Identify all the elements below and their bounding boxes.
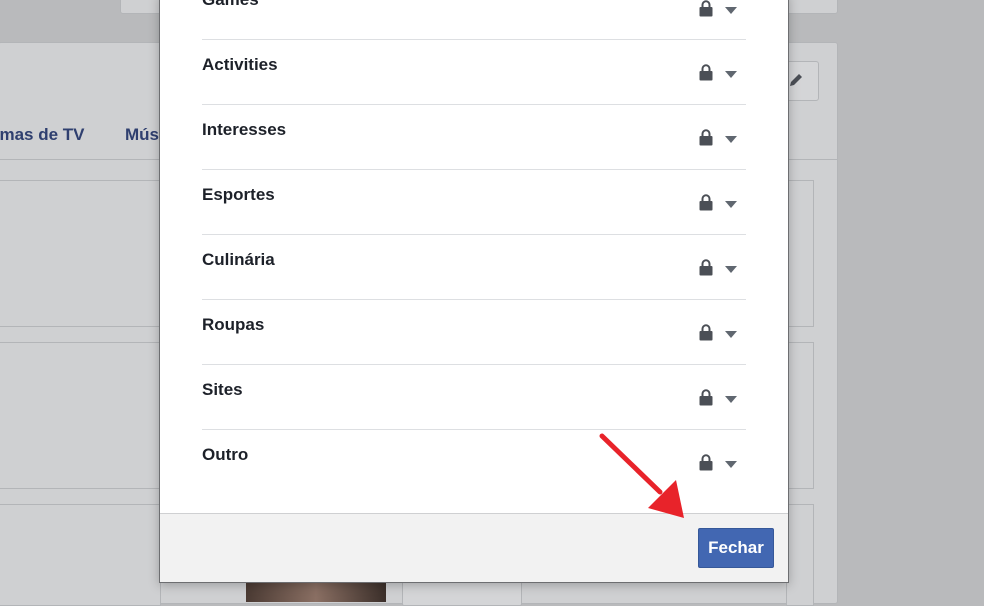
privacy-selector[interactable] [699, 194, 743, 216]
chevron-down-icon [725, 266, 737, 273]
background-panel [0, 504, 161, 606]
lock-icon [699, 389, 713, 406]
dialog-footer: Fechar [160, 513, 788, 582]
background-panel [786, 342, 814, 489]
category-row-sites: Sites [202, 365, 746, 430]
category-label: Games [202, 0, 259, 10]
chevron-down-icon [725, 136, 737, 143]
lock-icon [699, 194, 713, 211]
chevron-down-icon [725, 201, 737, 208]
background-tab-tv: amas de TV [0, 125, 85, 144]
lock-icon [699, 129, 713, 146]
category-row-roupas: Roupas [202, 300, 746, 365]
lock-icon [699, 64, 713, 81]
category-row-activities: Activities [202, 40, 746, 105]
privacy-selector[interactable] [699, 454, 743, 476]
lock-icon [699, 324, 713, 341]
chevron-down-icon [725, 7, 737, 14]
privacy-selector[interactable] [699, 324, 743, 346]
chevron-down-icon [725, 461, 737, 468]
background-panel [0, 342, 161, 489]
category-row-esportes: Esportes [202, 170, 746, 235]
category-row-games: Games [202, 0, 746, 40]
category-label: Sites [202, 380, 243, 399]
privacy-selector[interactable] [699, 129, 743, 151]
category-row-interesses: Interesses [202, 105, 746, 170]
pencil-icon [790, 74, 802, 86]
lock-icon [699, 259, 713, 276]
background-tab-music: Mús [125, 125, 159, 144]
lock-icon [699, 0, 713, 17]
category-label: Outro [202, 445, 249, 464]
privacy-selector[interactable] [699, 259, 743, 281]
category-label: Activities [202, 55, 278, 74]
category-label: Esportes [202, 185, 275, 204]
chevron-down-icon [725, 396, 737, 403]
category-row-culinaria: Culinária [202, 235, 746, 300]
likes-privacy-dialog: Games Activities Interesses Esportes [159, 0, 789, 583]
category-list: Games Activities Interesses Esportes [202, 0, 746, 494]
chevron-down-icon [725, 71, 737, 78]
annotation-arrow-icon [599, 433, 684, 518]
privacy-selector[interactable] [699, 0, 743, 22]
lock-icon [699, 454, 713, 471]
background-panel [786, 180, 814, 327]
background-panel [0, 180, 161, 327]
category-label: Interesses [202, 120, 287, 139]
background-photo-thumbnail [246, 582, 386, 602]
category-label: Roupas [202, 315, 265, 334]
category-label: Culinária [202, 250, 275, 269]
privacy-selector[interactable] [699, 64, 743, 86]
background-panel [786, 504, 814, 606]
background-button [402, 580, 522, 606]
privacy-selector[interactable] [699, 389, 743, 411]
close-button[interactable]: Fechar [698, 528, 774, 568]
chevron-down-icon [725, 331, 737, 338]
